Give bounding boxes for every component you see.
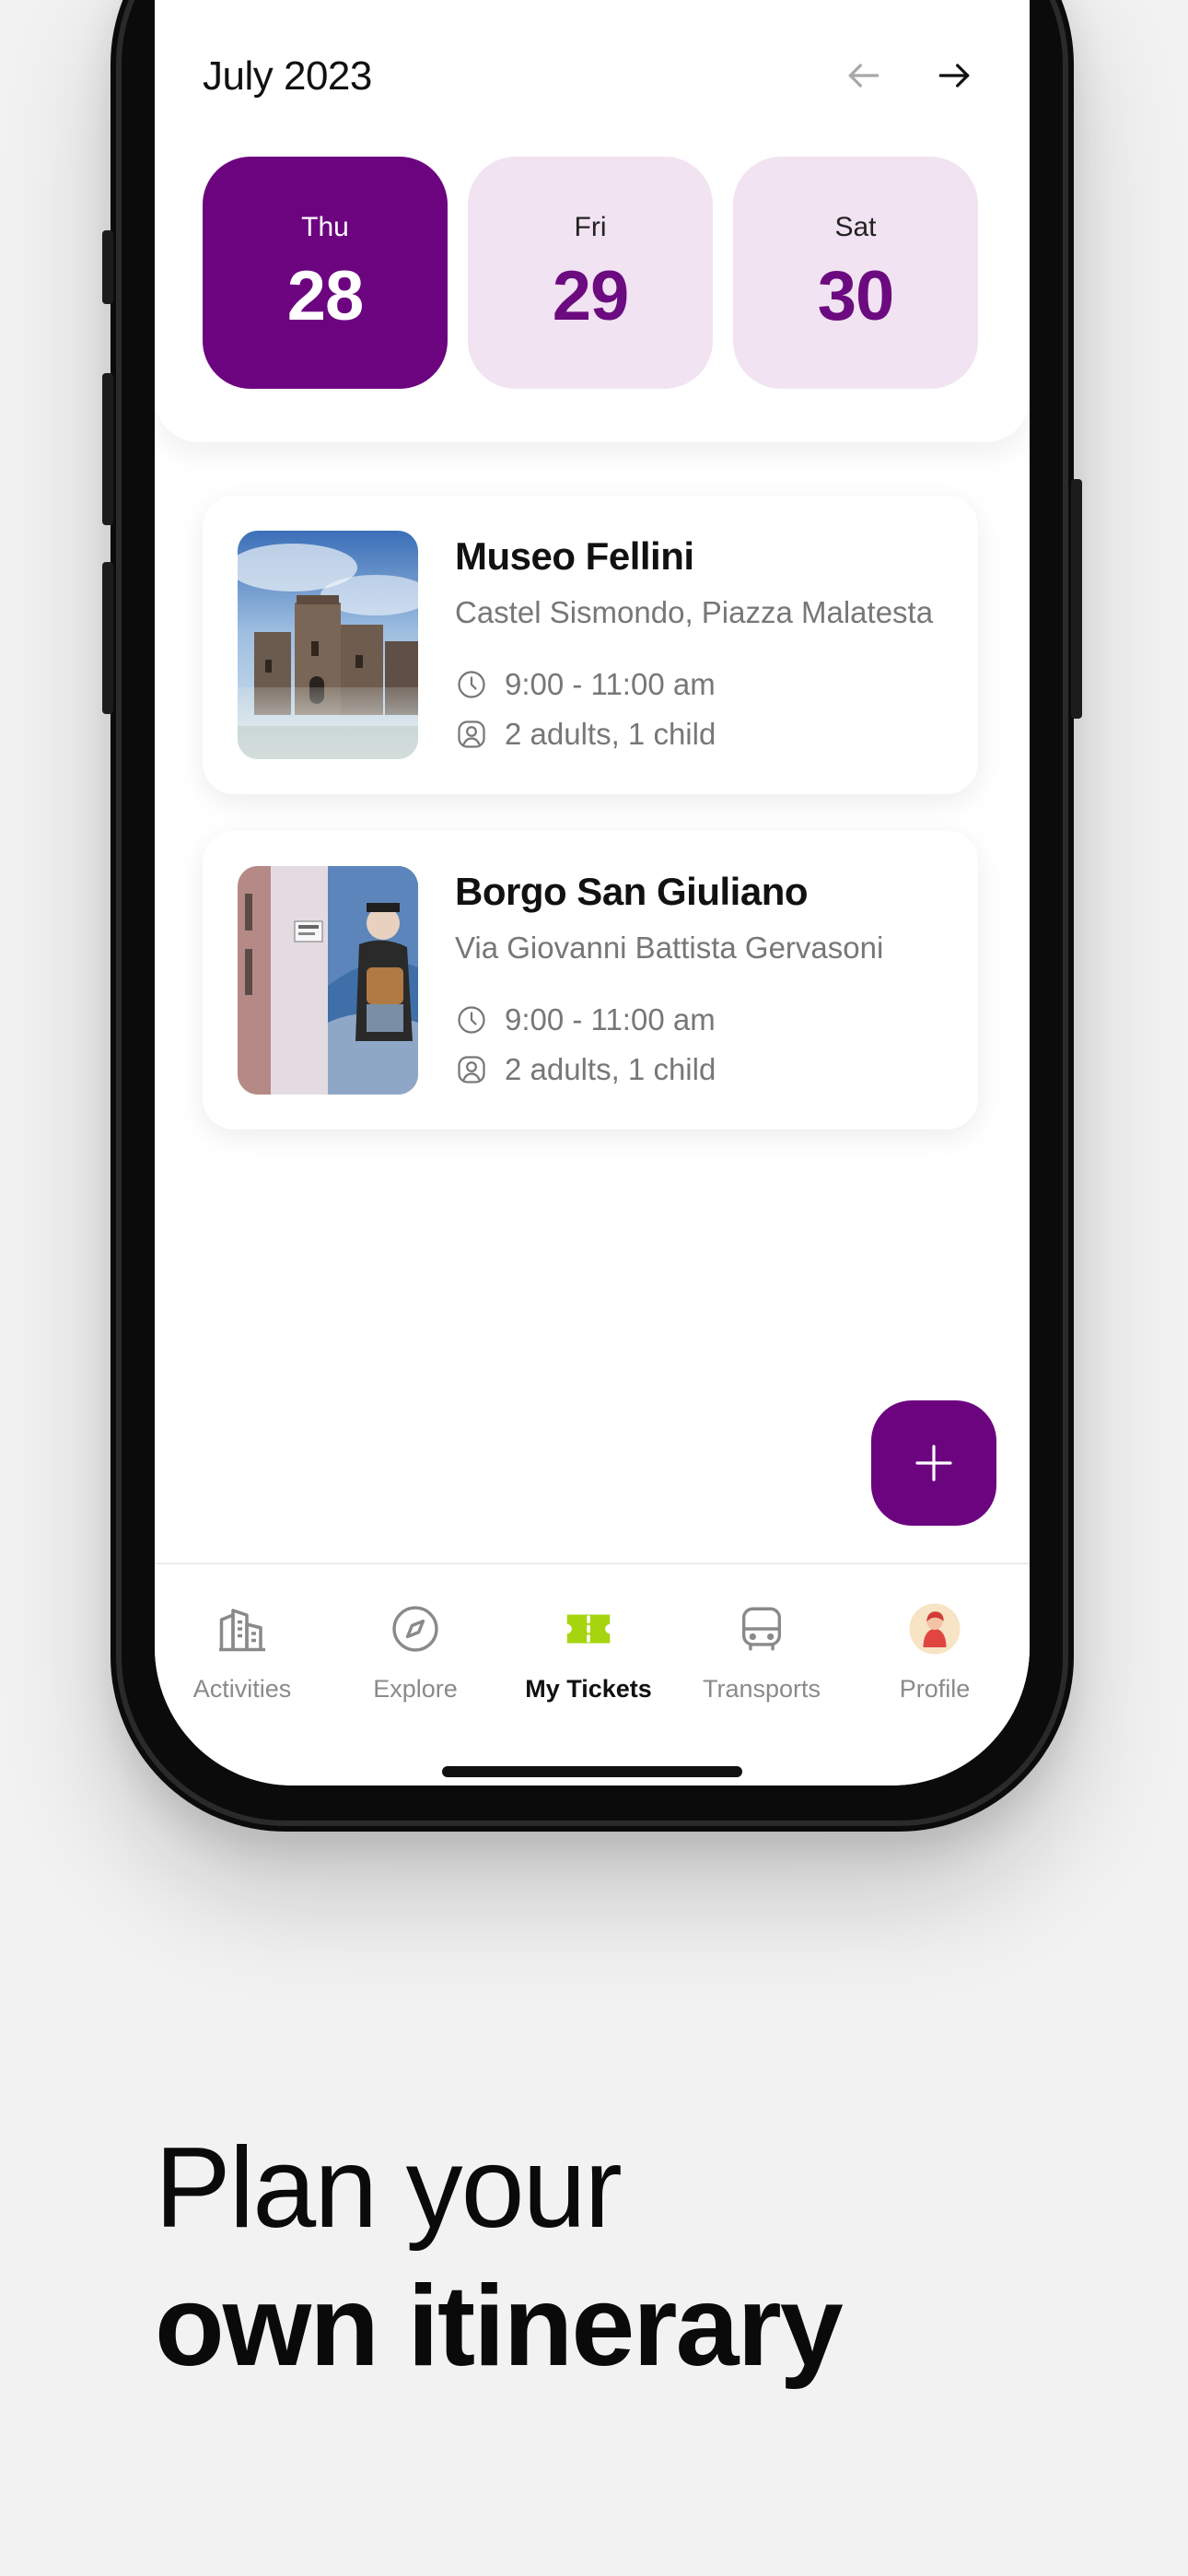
day-selector: Thu 28 Fri 29 Sat 30 bbox=[203, 157, 978, 389]
ticket-time-row: 9:00 - 11:00 am bbox=[455, 667, 716, 702]
tab-label: Activities bbox=[192, 1675, 292, 1703]
power-button bbox=[1071, 479, 1082, 719]
tab-my-tickets[interactable]: My Tickets bbox=[501, 1599, 676, 1704]
tab-transports[interactable]: Transports bbox=[674, 1599, 849, 1704]
ticket-address: Via Giovanni Battista Gervasoni bbox=[455, 931, 884, 965]
month-label: July 2023 bbox=[203, 53, 372, 99]
home-indicator[interactable] bbox=[442, 1766, 742, 1777]
clock-icon bbox=[458, 671, 485, 698]
day-number: 29 bbox=[552, 257, 630, 335]
ticket-time-row: 9:00 - 11:00 am bbox=[455, 1002, 716, 1037]
tab-label: Explore bbox=[373, 1675, 458, 1703]
day-name: Fri bbox=[574, 212, 607, 242]
volume-up-button bbox=[102, 373, 113, 525]
ticket-address: Castel Sismondo, Piazza Malatesta bbox=[455, 595, 934, 629]
day-name: Sat bbox=[834, 212, 877, 242]
avatar-icon bbox=[909, 1603, 961, 1655]
ticket-time: 9:00 - 11:00 am bbox=[505, 1002, 716, 1036]
tab-activities[interactable]: Activities bbox=[155, 1599, 330, 1704]
tab-label: Transports bbox=[702, 1675, 821, 1703]
tab-profile[interactable]: Profile bbox=[847, 1599, 1022, 1704]
date-header: July 2023 Thu 28 Fri 29 Sat 30 bbox=[155, 0, 1030, 442]
bus-icon bbox=[741, 1607, 782, 1651]
volume-down-button bbox=[102, 562, 113, 714]
day-name: Thu bbox=[301, 212, 349, 242]
tab-label: Profile bbox=[899, 1675, 971, 1703]
ticket-guests: 2 adults, 1 child bbox=[505, 1052, 716, 1086]
mute-switch bbox=[102, 230, 113, 304]
user-icon bbox=[458, 1056, 485, 1083]
mural-photo bbox=[238, 866, 418, 1095]
bottom-tab-bar: Activities Explore My Tickets Transports… bbox=[155, 1563, 1030, 1786]
ticket-card-museo-fellini[interactable]: Museo Fellini Castel Sismondo, Piazza Ma… bbox=[203, 496, 978, 794]
castle-photo bbox=[238, 531, 418, 759]
arrow-right-icon bbox=[938, 64, 970, 88]
ticket-title: Museo Fellini bbox=[455, 534, 694, 578]
previous-week-button[interactable] bbox=[836, 48, 891, 103]
app-screen: July 2023 Thu 28 Fri 29 Sat 30 Museo Fel… bbox=[155, 0, 1030, 1786]
arrow-left-icon bbox=[848, 64, 879, 88]
day-number: 28 bbox=[286, 257, 365, 335]
tagline: Plan your own itinerary bbox=[155, 2119, 844, 2395]
day-number: 30 bbox=[817, 257, 895, 335]
day-chip-fri[interactable]: Fri 29 bbox=[468, 157, 713, 389]
day-chip-sat[interactable]: Sat 30 bbox=[733, 157, 978, 389]
user-icon bbox=[458, 720, 485, 748]
ticket-card-borgo-san-giuliano[interactable]: Borgo San Giuliano Via Giovanni Battista… bbox=[203, 831, 978, 1130]
ticket-time: 9:00 - 11:00 am bbox=[505, 667, 716, 701]
tagline-line-1: Plan your bbox=[155, 2125, 623, 2252]
tab-label: My Tickets bbox=[525, 1675, 652, 1703]
ticket-icon bbox=[566, 1614, 611, 1644]
buildings-icon bbox=[219, 1609, 265, 1652]
compass-icon bbox=[392, 1606, 438, 1652]
next-week-button[interactable] bbox=[926, 48, 982, 103]
ticket-guests-row: 2 adults, 1 child bbox=[455, 1052, 716, 1087]
phone-frame: July 2023 Thu 28 Fri 29 Sat 30 Museo Fel… bbox=[102, 0, 1082, 1832]
ticket-title: Borgo San Giuliano bbox=[455, 870, 809, 913]
clock-icon bbox=[458, 1006, 485, 1034]
tagline-line-2: own itinerary bbox=[155, 2263, 844, 2390]
tab-explore[interactable]: Explore bbox=[328, 1599, 503, 1704]
ticket-guests-row: 2 adults, 1 child bbox=[455, 717, 716, 752]
add-ticket-button[interactable] bbox=[871, 1400, 996, 1526]
day-chip-thu[interactable]: Thu 28 bbox=[203, 157, 448, 389]
plus-icon bbox=[915, 1445, 952, 1481]
ticket-guests: 2 adults, 1 child bbox=[505, 717, 716, 751]
